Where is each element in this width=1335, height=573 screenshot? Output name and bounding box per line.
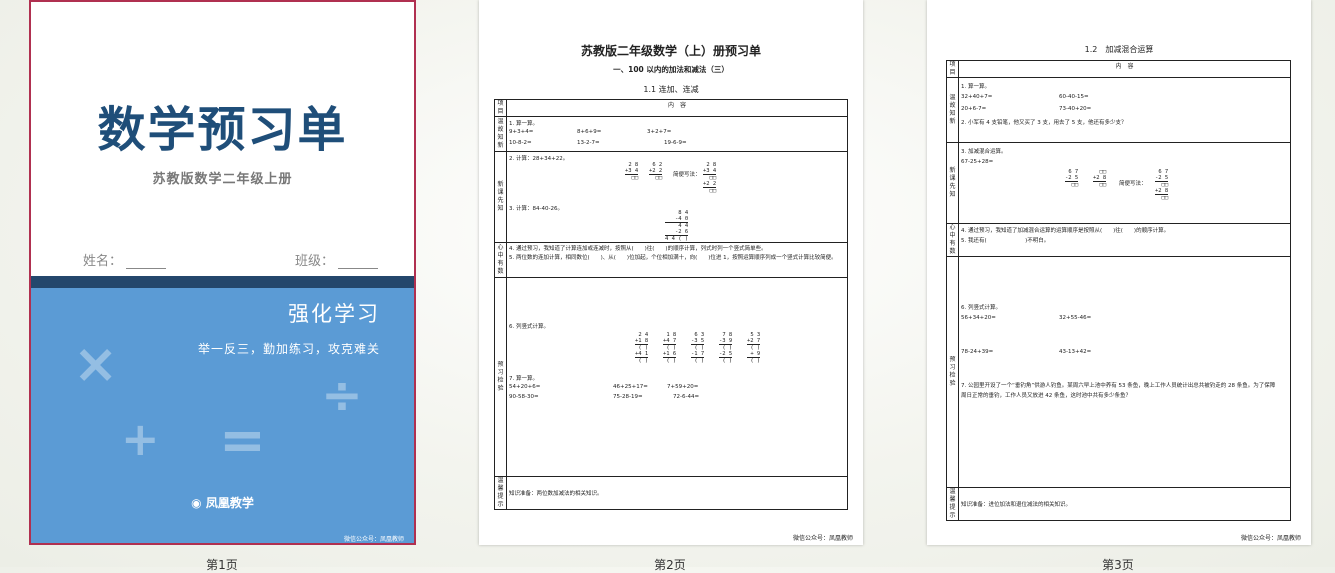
- class-field: 班级：: [295, 250, 379, 269]
- tip-cell: 知识准备：两位数加减法的相关知识。: [506, 476, 848, 510]
- page2-footer: 微信公众号：凤凰教师: [792, 535, 853, 542]
- multiply-symbol: ×: [73, 332, 119, 395]
- page3-table: 项目 内 容 温故知新 1. 算一算。 32+40+7= 60-40-15= 2…: [946, 60, 1291, 521]
- brand-logo: ◉ 凤凰教学: [191, 496, 254, 510]
- row-label-review: 温故知新: [494, 116, 507, 152]
- page2-title: 苏教版二年级数学（上）册预习单: [580, 44, 761, 58]
- drill-3: 6 3 -3 5( ) -1 7( ): [691, 332, 705, 364]
- strong-heading: 强化学习: [288, 302, 380, 326]
- page2-table: 项目 内 容 温故知新 1. 算一算。 9+3+4= 8+6+9= 3+2+7=…: [494, 99, 848, 510]
- brand-text: 凤凰教学: [205, 496, 254, 510]
- check-cell: 6. 列竖式计算。 2 4 +1 8( ) +4 1( ) 1 8 +4 7( ) +1…: [506, 277, 848, 477]
- vertical-calc-a: 6 7 -2 5 □□: [1065, 169, 1079, 188]
- class-label: 班级：: [295, 254, 335, 269]
- cover-band: [31, 276, 414, 288]
- equals-symbol: =: [219, 408, 266, 473]
- cover-title: 数学预习单: [97, 102, 348, 158]
- name-field: 姓名：: [83, 250, 167, 269]
- drill-2: 1 8 +4 7( ) +1 6( ): [663, 332, 677, 364]
- vertical-calc-b: □□ +2 8 □□: [1093, 169, 1107, 188]
- vertical-calc-c: 6 7 -2 5 □□ +2 8 □□: [1155, 169, 1169, 201]
- page3-footer: 微信公众号：凤凰教师: [1240, 535, 1301, 542]
- header-left: 项目: [946, 60, 959, 78]
- page-label-2: 第2页: [654, 558, 686, 572]
- row-label-new: 新课先知: [494, 151, 507, 243]
- row-label-insight: 心中有数: [946, 223, 959, 257]
- tip-cell: 知识准备：进位加法和退位减法的相关知识。: [958, 487, 1291, 521]
- page-thumbnail-2[interactable]: 苏教版二年级数学（上）册预习单 一、100 以内的加法和减法（三） 1.1 连加…: [479, 0, 863, 545]
- insight-cell: 4. 通过预习，我知道了计算连加或连减时，按照从( )往( )的顺序计算，列式时…: [506, 242, 848, 278]
- insight-cell: 4. 通过预习，我知道了加减混合运算的运算顺序是按照从( )往( )的顺序计算。…: [958, 223, 1291, 257]
- review-cell: 1. 算一算。 32+40+7= 60-40-15= 20+6-7= 73-40…: [958, 77, 1291, 143]
- drill-1: 2 4 +1 8( ) +4 1( ): [635, 332, 649, 364]
- page-label-3: 第3页: [1102, 558, 1134, 572]
- vertical-calc-2: 6 2 +2 2 □□: [649, 162, 663, 181]
- row-label-insight: 心中有数: [494, 242, 507, 278]
- cover-subtitle: 苏教版数学二年级上册: [152, 172, 293, 187]
- header-right: 内 容: [506, 99, 848, 117]
- row-label-check: 预习检验: [946, 256, 959, 488]
- vertical-calc-4: 8 4 -4 04 4 -2 64 4 ( ): [665, 210, 689, 242]
- cover-footer: 微信公众号：凤凰教师: [343, 536, 404, 543]
- page2-section: 1.1 连加、连减: [643, 85, 699, 94]
- page3-title: 1.2 加减混合运算: [1084, 45, 1154, 54]
- page-label-1: 第1页: [206, 558, 238, 572]
- header-right: 内 容: [958, 60, 1291, 78]
- vertical-calc-3: 2 8 +3 4 □□ +2 2 □□: [703, 162, 717, 194]
- row-label-review: 温故知新: [946, 77, 959, 143]
- name-label: 姓名：: [83, 254, 123, 269]
- divide-symbol: ÷: [321, 366, 363, 424]
- header-left: 项目: [494, 99, 507, 117]
- page-thumbnail-3[interactable]: 1.2 加减混合运算 项目 内 容 温故知新 1. 算一算。 32+40+7= …: [927, 0, 1311, 545]
- row-label-tip: 温馨提示: [494, 476, 507, 510]
- plus-symbol: +: [121, 412, 160, 466]
- row-label-tip: 温馨提示: [946, 487, 959, 521]
- page2-subtitle: 一、100 以内的加法和减法（三）: [613, 65, 729, 74]
- vertical-calc-1: 2 8 +3 4 □□: [625, 162, 639, 181]
- drill-4: 7 8 -3 9( ) -2 5( ): [719, 332, 733, 364]
- check-cell: 6. 列竖式计算。 56+34+20= 32+55-46= 78-24+39= …: [958, 256, 1291, 488]
- row-label-check: 预习检验: [494, 277, 507, 477]
- page-thumbnail-1[interactable]: 数学预习单 苏教版数学二年级上册 姓名： 班级： 强化学习 举一反三，勤加练习，…: [29, 0, 416, 545]
- new-cell: 2. 计算：28+34+22。 2 8 +3 4 □□ 6 2 +2 2 □□ 简便写法…: [506, 151, 848, 243]
- drill-5: 5 3 +2 7( ) + 9( ): [747, 332, 761, 364]
- review-cell: 1. 算一算。 9+3+4= 8+6+9= 3+2+7= 10-8-2= 13-…: [506, 116, 848, 152]
- slogan: 举一反三，勤加练习，攻克难关: [197, 342, 380, 356]
- row-label-new: 新课先知: [946, 142, 959, 224]
- new-cell: 3. 加减混合运算。 67-25+28= 6 7 -2 5 □□ □□ +2 8 □□ …: [958, 142, 1291, 224]
